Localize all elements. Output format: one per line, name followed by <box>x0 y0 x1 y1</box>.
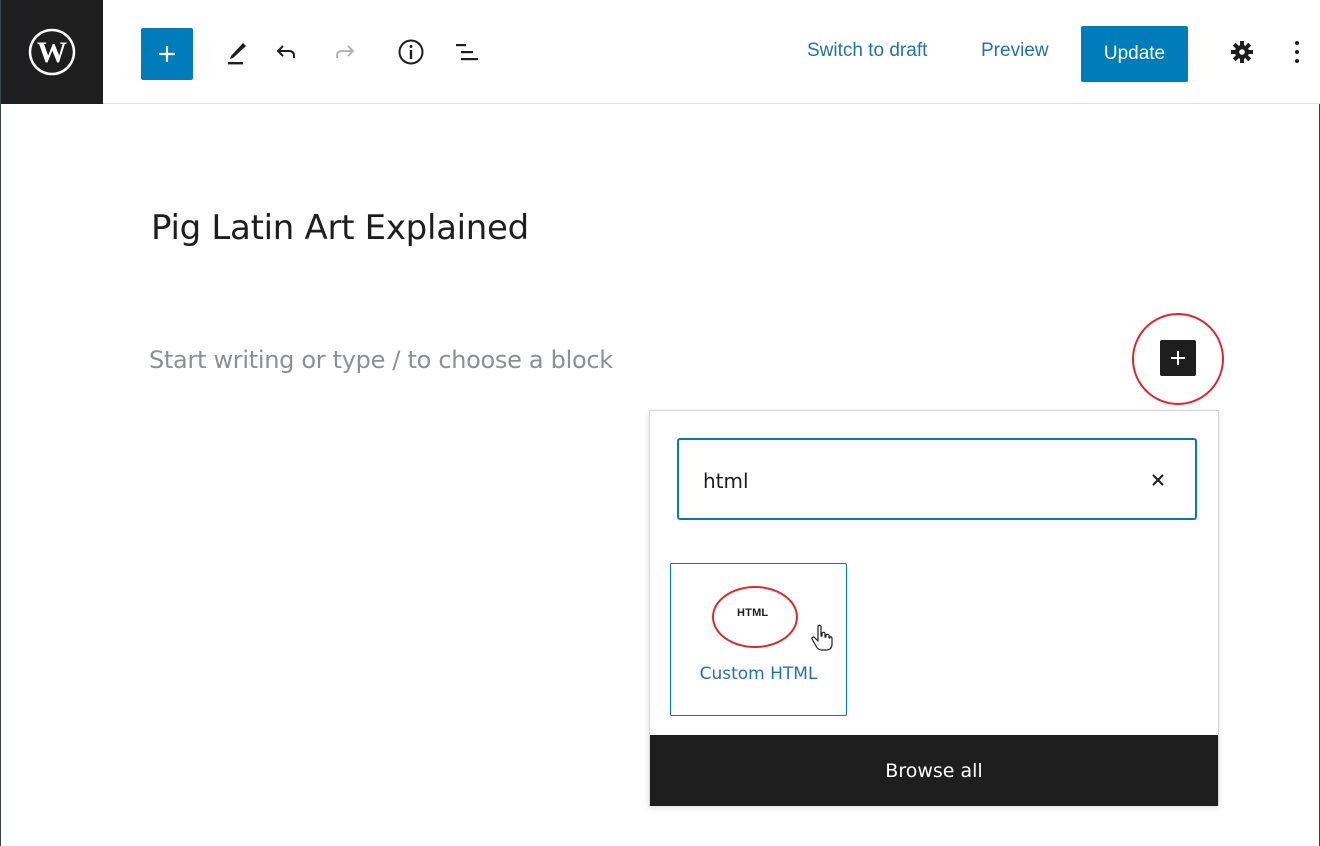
settings-button[interactable] <box>1223 33 1261 71</box>
undo-icon <box>276 45 295 58</box>
block-result-custom-html[interactable]: HTML Custom HTML <box>670 563 847 716</box>
editor-frame: W Switch to draft Preview Update Pig Lat… <box>0 0 1320 846</box>
add-block-button[interactable] <box>1160 340 1196 376</box>
switch-to-draft-button[interactable]: Switch to draft <box>807 40 927 62</box>
svg-text:W: W <box>37 36 67 69</box>
list-view-button[interactable] <box>448 33 486 71</box>
redo-icon <box>336 45 355 58</box>
plus-icon <box>1171 351 1185 365</box>
block-placeholder[interactable]: Start writing or type / to choose a bloc… <box>149 346 613 374</box>
info-icon <box>398 39 424 65</box>
pencil-icon <box>228 43 246 65</box>
plus-icon <box>159 46 175 62</box>
undo-button[interactable] <box>267 33 305 71</box>
options-button[interactable] <box>1282 33 1312 71</box>
browse-all-button[interactable]: Browse all <box>650 735 1218 806</box>
tools-button[interactable] <box>218 33 256 71</box>
close-icon <box>1152 474 1164 486</box>
block-search-input[interactable] <box>703 464 1123 498</box>
html-block-icon: HTML <box>737 607 769 619</box>
block-inserter-popover: HTML Custom HTML Browse all <box>649 410 1219 806</box>
update-button[interactable]: Update <box>1081 26 1188 82</box>
block-inserter-toggle-button[interactable] <box>141 28 193 80</box>
post-title[interactable]: Pig Latin Art Explained <box>151 208 529 248</box>
wordpress-logo-icon[interactable]: W <box>1 0 103 104</box>
details-button[interactable] <box>392 33 430 71</box>
redo-button[interactable] <box>326 33 364 71</box>
list-view-icon <box>456 44 478 61</box>
block-search-box <box>677 438 1197 520</box>
hand-cursor-icon <box>811 624 833 651</box>
more-vertical-icon <box>1295 41 1299 63</box>
gear-icon <box>1231 41 1253 63</box>
block-result-label: Custom HTML <box>699 664 818 684</box>
clear-search-button[interactable] <box>1143 465 1173 495</box>
preview-button[interactable]: Preview <box>981 40 1049 62</box>
editor-header: W Switch to draft Preview Update <box>1 0 1320 104</box>
